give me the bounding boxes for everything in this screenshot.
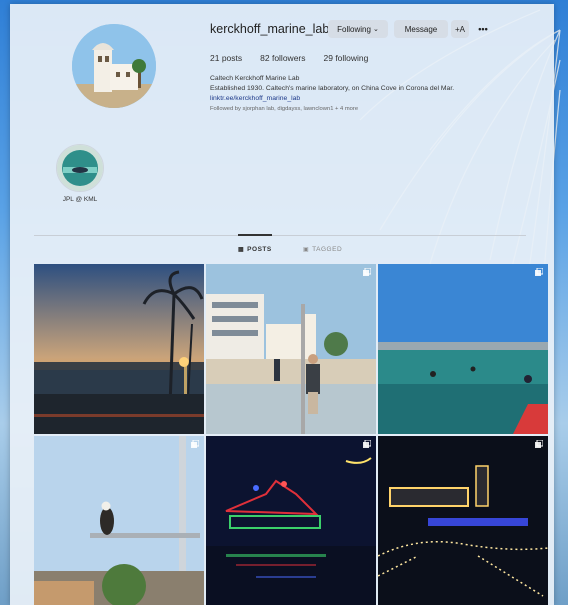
following-button-label: Following [337,24,371,34]
active-tab-indicator [238,234,272,236]
bio-name: Caltech Kerckhoff Marine Lab [210,75,300,82]
profile-stats: 21 posts 82 followers 29 following [210,53,368,63]
more-options-button[interactable]: ••• [474,20,492,38]
posts-count: 21 posts [210,53,243,63]
multi-image-icon [191,440,199,448]
tab-divider [34,235,526,236]
multi-image-icon [535,440,543,448]
tab-posts[interactable]: ▦ POSTS [238,246,272,253]
multi-image-icon [363,268,371,276]
post-thumbnail[interactable] [34,436,204,605]
multi-image-icon [535,268,543,276]
tagged-icon: ▣ [303,247,310,253]
post-thumbnail[interactable] [378,436,548,605]
following-button[interactable]: Following ⌄ [328,20,388,38]
message-button[interactable]: Message [394,20,448,38]
add-person-icon: +A [454,24,465,34]
bio-link[interactable]: linktr.ee/kerckhoff_marine_lab [210,94,454,104]
message-button-label: Message [404,24,438,34]
grid-icon: ▦ [238,247,245,253]
chevron-down-icon: ⌄ [372,26,379,33]
post-thumbnail[interactable] [206,264,376,434]
story-highlight-label: JPL @ KML [62,196,98,203]
following-count[interactable]: 29 following [324,53,369,63]
profile-username: kerckhoff_marine_lab [210,22,330,36]
tab-tagged-label: TAGGED [312,246,343,253]
post-thumbnail[interactable] [378,264,548,434]
post-thumbnail[interactable] [206,436,376,605]
followed-by[interactable]: Followed by sjorphan lab, digdayss, lawn… [210,104,454,114]
tab-tagged[interactable]: ▣ TAGGED [303,246,342,253]
add-person-button[interactable]: +A [451,20,469,38]
profile-bio: Caltech Kerckhoff Marine Lab Established… [210,74,454,114]
post-thumbnail[interactable] [34,264,204,434]
bio-description: Established 1930. Caltech's marine labor… [210,85,455,92]
more-icon: ••• [478,24,488,34]
profile-picture[interactable] [72,24,156,108]
followers-count[interactable]: 82 followers [260,53,305,63]
tab-posts-label: POSTS [247,246,272,253]
story-highlight[interactable] [56,144,104,192]
multi-image-icon [363,440,371,448]
instagram-profile-window: kerckhoff_marine_lab Following ⌄ Message… [10,4,554,605]
